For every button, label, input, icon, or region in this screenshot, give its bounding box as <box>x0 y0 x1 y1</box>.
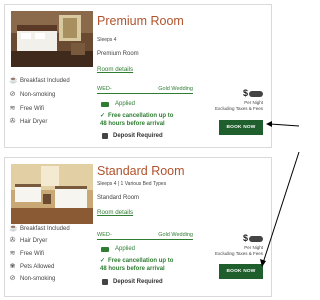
price-redacted <box>249 90 263 97</box>
rate-name: Gold Wedding <box>158 232 193 238</box>
hair-dryer-icon: ✇ <box>9 237 16 244</box>
room-details-link[interactable]: Room details <box>97 66 133 73</box>
amenity-wifi: ≋ Free Wifi <box>9 105 44 112</box>
deposit-required: Deposit Required <box>102 279 163 285</box>
breakfast-icon: ☕ <box>9 77 18 84</box>
wifi-icon: ≋ <box>9 250 16 257</box>
amenity-breakfast: ☕ Breakfast Included <box>9 77 70 84</box>
room-title: Standard Room <box>97 164 185 178</box>
free-cancellation: ✓ Free cancellation up to 48 hours before… <box>100 113 174 127</box>
no-smoking-icon: ⊘ <box>9 91 16 98</box>
book-now-button[interactable]: BOOK NOW <box>219 264 263 279</box>
sleeps-text: Sleeps 4 <box>97 37 117 43</box>
deposit-icon <box>102 133 108 139</box>
wifi-icon: ≋ <box>9 105 16 112</box>
rate-code: WED- <box>97 232 112 238</box>
pets-icon: ❀ <box>9 263 16 270</box>
amenity-wifi: ≋ Free Wifi <box>9 250 44 257</box>
room-photo[interactable] <box>11 11 93 67</box>
free-cancellation: ✓ Free cancellation up to 48 hours before… <box>100 258 174 272</box>
breakfast-icon: ☕ <box>9 225 18 232</box>
discount-icon <box>101 246 109 252</box>
room-name: Standard Room <box>97 195 140 201</box>
deposit-required: Deposit Required <box>102 133 163 139</box>
checkmark-icon: ✓ <box>100 258 106 264</box>
excluding-taxes: Excluding Taxes & Fees <box>215 106 263 111</box>
rate-name: Gold Wedding <box>158 86 193 92</box>
amenity-non-smoking: ⊘ Non-smoking <box>9 275 56 282</box>
amenity-hair-dryer: ✇ Hair Dryer <box>9 118 48 125</box>
book-now-button[interactable]: BOOK NOW <box>219 120 263 135</box>
price-redacted <box>249 235 263 242</box>
amenity-breakfast: ☕ Breakfast Included <box>9 225 70 232</box>
rate-plan[interactable]: WED- Gold Wedding <box>97 232 193 240</box>
rate-plan[interactable]: WED- Gold Wedding <box>97 86 193 94</box>
room-photo[interactable] <box>11 164 93 224</box>
arrow-line-premium <box>269 123 300 127</box>
sleeps-text: Sleeps 4 | 1 Various Bed Types <box>97 181 167 187</box>
no-smoking-icon: ⊘ <box>9 275 16 282</box>
checkmark-icon: ✓ <box>100 113 106 119</box>
rate-code: WED- <box>97 86 112 92</box>
price: $ <box>243 233 263 243</box>
amenity-non-smoking: ⊘ Non-smoking <box>9 91 56 98</box>
room-card-premium: Premium Room Sleeps 4 Premium Room Room … <box>4 4 272 148</box>
room-title: Premium Room <box>97 14 184 28</box>
room-card-standard: Standard Room Sleeps 4 | 1 Various Bed T… <box>4 157 272 297</box>
hair-dryer-icon: ✇ <box>9 118 16 125</box>
room-details-link[interactable]: Room details <box>97 209 133 216</box>
deposit-icon <box>102 279 108 285</box>
amenity-hair-dryer: ✇ Hair Dryer <box>9 237 48 244</box>
per-night: Per Night <box>244 245 263 250</box>
applied-badge: Applied <box>101 101 135 107</box>
excluding-taxes: Excluding Taxes & Fees <box>215 251 263 256</box>
applied-badge: Applied <box>101 246 135 252</box>
discount-icon <box>101 101 109 107</box>
amenity-pets: ❀ Pets Allowed <box>9 263 55 270</box>
price: $ <box>243 88 263 98</box>
per-night: Per Night <box>244 100 263 105</box>
room-name: Premium Room <box>97 51 139 57</box>
